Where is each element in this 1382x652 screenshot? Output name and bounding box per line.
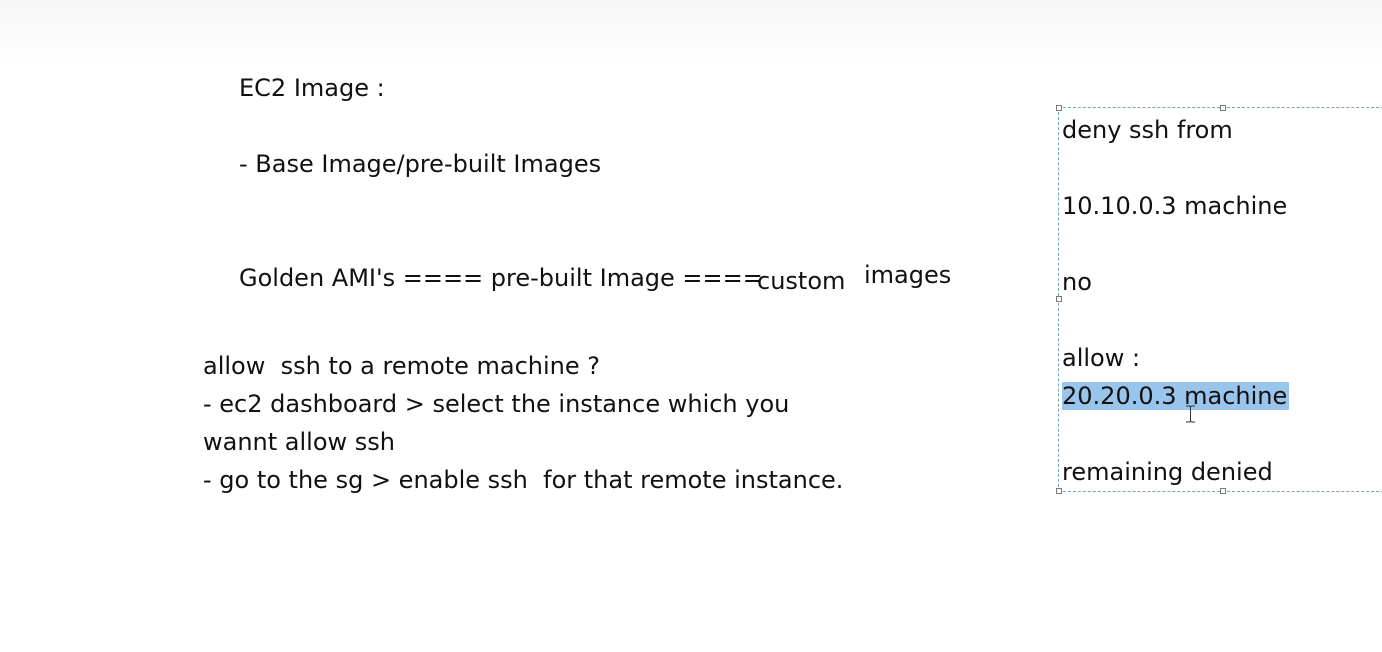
resize-handle-bottom-center[interactable] bbox=[1220, 488, 1226, 494]
document-canvas[interactable]: EC2 Image : - Base Image/pre-built Image… bbox=[0, 0, 1382, 652]
base-image-line: - Base Image/pre-built Images bbox=[239, 150, 602, 178]
text-box[interactable]: deny ssh from 10.10.0.3 machine no allow… bbox=[1056, 105, 1382, 494]
allow-ip-line[interactable]: 20.20.0.3 machine bbox=[1062, 381, 1290, 411]
images-word: images bbox=[864, 261, 952, 289]
ribbon-shadow bbox=[0, 0, 1382, 64]
i-beam-cursor-icon bbox=[1186, 405, 1195, 423]
selected-text[interactable]: 20.20.0.3 machine bbox=[1062, 382, 1290, 410]
resize-handle-top-center[interactable] bbox=[1220, 105, 1226, 111]
step-security-group-line: - go to the sg > enable ssh for that rem… bbox=[203, 466, 844, 494]
deny-ssh-line: deny ssh from bbox=[1062, 116, 1233, 144]
golden-ami-line: Golden AMI's ==== pre-built Image ==== bbox=[239, 264, 763, 292]
allow-ssh-question: allow ssh to a remote machine ? bbox=[203, 352, 600, 380]
step-dashboard-line: - ec2 dashboard > select the instance wh… bbox=[203, 390, 790, 418]
allow-line: allow : bbox=[1062, 344, 1141, 372]
step-dashboard-continued: wannt allow ssh bbox=[203, 428, 395, 456]
no-line: no bbox=[1062, 268, 1092, 296]
heading-ec2-image: EC2 Image : bbox=[239, 74, 385, 102]
resize-handle-bottom-left[interactable] bbox=[1056, 488, 1062, 494]
custom-word: custom bbox=[757, 267, 846, 295]
resize-handle-top-left[interactable] bbox=[1056, 105, 1062, 111]
deny-ip-line: 10.10.0.3 machine bbox=[1062, 192, 1288, 220]
remaining-denied-line: remaining denied bbox=[1062, 458, 1273, 486]
